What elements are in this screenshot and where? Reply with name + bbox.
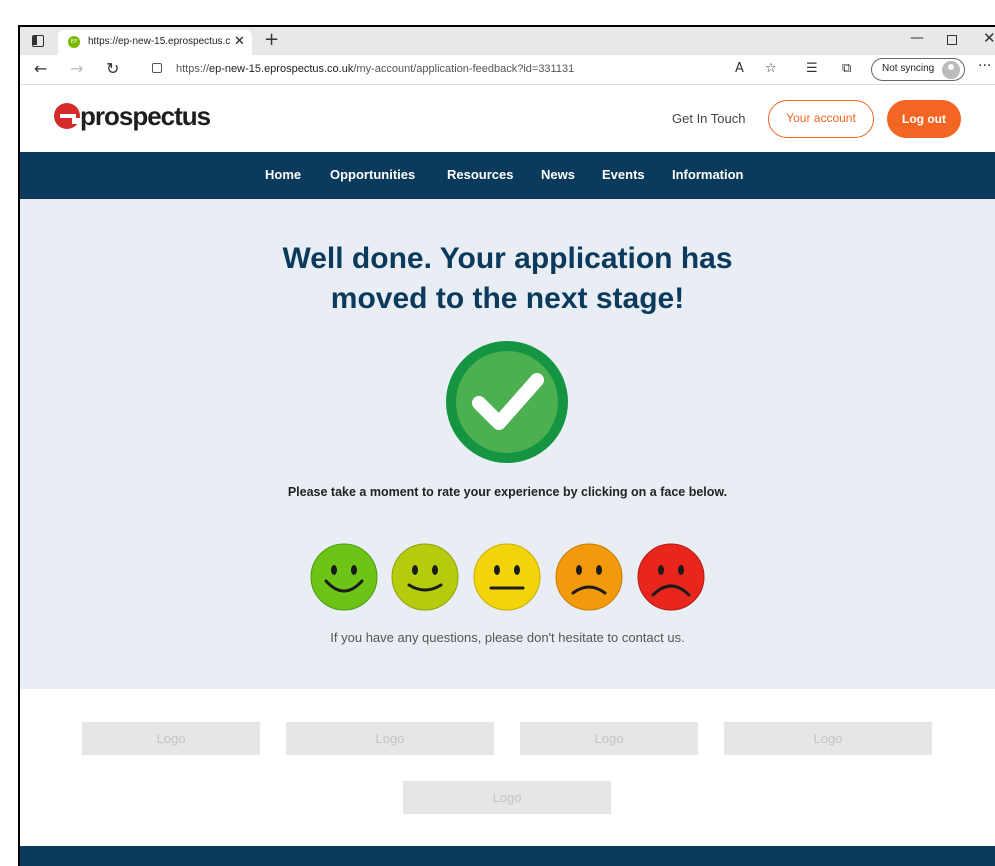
main-nav: Home Opportunities Resources News Events…: [20, 152, 995, 199]
logo-e-icon: [54, 103, 80, 129]
partner-logo: Logo: [520, 722, 698, 755]
sync-label: Not syncing: [882, 63, 935, 74]
nav-resources[interactable]: Resources: [447, 167, 513, 182]
favorites-list-icon[interactable]: ☰: [806, 61, 818, 76]
partner-logo: Logo: [286, 722, 494, 755]
rate-prompt: Please take a moment to rate your experi…: [287, 485, 728, 499]
neutral-face-icon[interactable]: [473, 543, 541, 611]
address-bar: ← → ↻ https://ep-new-15.eprospectus.co.u…: [20, 55, 995, 85]
title-line-2: moved to the next stage!: [330, 282, 685, 315]
forward-icon[interactable]: →: [70, 59, 83, 78]
tab-close-icon[interactable]: ✕: [234, 34, 245, 49]
new-tab-icon[interactable]: +: [264, 29, 279, 50]
sad-face-icon[interactable]: [555, 543, 623, 611]
feedback-hero: Well done. Your application has moved to…: [20, 199, 995, 689]
partner-logo: Logo: [724, 722, 932, 755]
window-close-icon[interactable]: ✕: [983, 29, 995, 47]
more-icon[interactable]: ···: [978, 58, 991, 74]
profile-avatar-icon: [942, 61, 960, 79]
back-icon[interactable]: ←: [34, 59, 47, 78]
nav-events[interactable]: Events: [602, 167, 645, 182]
page-title: Well done. Your application has moved to…: [20, 239, 995, 319]
very-happy-face-icon[interactable]: [310, 543, 378, 611]
favicon-icon: EP: [68, 36, 80, 48]
tab-actions-icon[interactable]: [32, 35, 44, 47]
favorite-icon[interactable]: ☆: [765, 61, 777, 76]
log-out-button[interactable]: Log out: [887, 100, 961, 138]
sync-button[interactable]: Not syncing: [871, 58, 965, 81]
tab-title: https://ep-new-15.eprospectus.c: [88, 36, 230, 47]
partner-logo: Logo: [82, 722, 260, 755]
your-account-button[interactable]: Your account: [768, 100, 874, 138]
lock-icon: [152, 63, 162, 73]
browser-window: EP https://ep-new-15.eprospectus.c ✕ + —…: [18, 25, 995, 866]
success-check-icon: [446, 341, 568, 463]
nav-information[interactable]: Information: [672, 167, 744, 182]
logo-text: prospectus: [80, 101, 211, 131]
nav-opportunities[interactable]: Opportunities: [330, 167, 415, 182]
nav-home[interactable]: Home: [265, 167, 301, 182]
partner-logos: Logo Logo Logo Logo Logo: [20, 689, 995, 846]
minimize-icon[interactable]: —: [910, 30, 924, 46]
contact-note: If you have any questions, please don't …: [330, 630, 685, 645]
nav-news[interactable]: News: [541, 167, 575, 182]
tab-bar: EP https://ep-new-15.eprospectus.c ✕ + —…: [20, 27, 995, 55]
partner-logo: Logo: [403, 781, 611, 814]
site-header: prospectus Get In Touch Your account Log…: [20, 85, 995, 152]
refresh-icon[interactable]: ↻: [106, 59, 119, 78]
site-footer: [20, 846, 995, 866]
read-aloud-icon[interactable]: A: [735, 61, 744, 76]
url-text: https://ep-new-15.eprospectus.co.uk/my-a…: [176, 63, 575, 75]
happy-face-icon[interactable]: [391, 543, 459, 611]
browser-tab[interactable]: EP https://ep-new-15.eprospectus.c ✕: [58, 30, 252, 55]
title-line-1: Well done. Your application has: [282, 242, 733, 275]
get-in-touch-link[interactable]: Get In Touch: [672, 111, 745, 126]
url-field[interactable]: https://ep-new-15.eprospectus.co.uk/my-a…: [138, 58, 868, 82]
maximize-icon[interactable]: [947, 35, 957, 45]
collections-icon[interactable]: ⧉: [842, 61, 851, 76]
very-sad-face-icon[interactable]: [637, 543, 705, 611]
